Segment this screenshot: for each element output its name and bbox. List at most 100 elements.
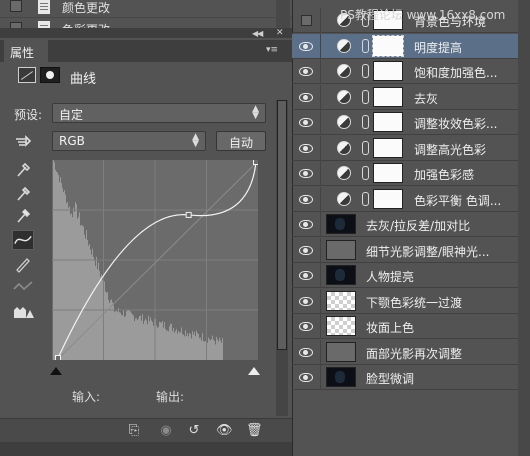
adjustment-layer-icon[interactable] xyxy=(337,38,351,53)
tab-properties[interactable]: 属性 xyxy=(4,40,48,62)
eye-icon[interactable] xyxy=(299,220,313,229)
layer-name[interactable]: 调整高光色彩 xyxy=(414,141,518,158)
visibility-eye-icon[interactable]: 👁 xyxy=(216,424,233,438)
layer-name[interactable]: 色彩平衡 色调... xyxy=(414,192,518,209)
link-icon[interactable] xyxy=(362,191,369,206)
history-scrollbar[interactable] xyxy=(276,0,290,28)
layer-row[interactable]: 饱和度加强色... xyxy=(292,59,530,84)
layer-row[interactable]: 去灰/拉反差/加对比 xyxy=(292,212,530,237)
link-icon[interactable] xyxy=(362,115,369,129)
eye-icon[interactable] xyxy=(299,296,313,306)
curves-icon[interactable] xyxy=(18,67,36,83)
preset-select[interactable]: 自定 ▲ ▼ xyxy=(52,103,266,123)
layer-row[interactable]: 明度提高 xyxy=(292,33,530,59)
history-item[interactable]: 颜色更改 xyxy=(0,0,292,18)
layer-row[interactable]: 去灰 xyxy=(292,84,530,110)
layer-row[interactable]: 脸型微调 xyxy=(292,365,530,390)
curve-graph[interactable] xyxy=(52,160,258,360)
curve-control-point[interactable] xyxy=(253,160,259,165)
black-point-eyedropper-icon[interactable] xyxy=(12,160,34,180)
layer-row[interactable]: 加强色彩感 xyxy=(292,161,530,186)
layer-row[interactable]: 调整高光色彩 xyxy=(292,135,530,161)
properties-scrollbar[interactable] xyxy=(276,100,288,416)
layer-row[interactable]: 面部光影再次调整 xyxy=(292,339,530,365)
eye-icon[interactable] xyxy=(299,67,313,76)
link-icon[interactable] xyxy=(362,89,369,104)
input-level-slider[interactable] xyxy=(48,364,262,376)
layer-name[interactable]: 饱和度加强色... xyxy=(414,64,518,81)
layer-thumbnail[interactable] xyxy=(326,290,356,311)
layer-name[interactable]: 脸型微调 xyxy=(366,370,516,387)
eye-icon[interactable] xyxy=(299,271,313,280)
layer-name[interactable]: 下颚色彩统一过渡 xyxy=(366,294,516,311)
trash-icon[interactable]: 🗑 xyxy=(246,424,263,438)
layer-name[interactable]: 细节光影调整/眼神光... xyxy=(366,243,516,260)
layer-mask-thumbnail[interactable] xyxy=(373,61,403,81)
layer-row[interactable]: 人物提亮 xyxy=(292,263,530,288)
targeted-adjustment-icon[interactable] xyxy=(14,133,36,149)
collapse-icon[interactable]: ◀◀ xyxy=(252,29,263,38)
layer-mask-thumbnail[interactable] xyxy=(373,163,403,183)
layer-row[interactable]: 下颚色彩统一过渡 xyxy=(292,288,530,314)
curve-control-point[interactable] xyxy=(55,355,61,361)
layer-mask-thumbnail[interactable] xyxy=(372,34,404,57)
eye-icon[interactable] xyxy=(299,322,313,331)
layers-scrollbar[interactable] xyxy=(518,0,530,456)
layer-row[interactable]: 妆面上色 xyxy=(292,314,530,339)
adjustment-layer-icon[interactable] xyxy=(337,191,351,206)
layer-row[interactable]: 细节光影调整/眼神光... xyxy=(292,237,530,263)
eye-icon[interactable] xyxy=(299,245,313,255)
panel-menu-icon[interactable]: ▾≡ xyxy=(266,45,282,57)
layer-name[interactable]: 去灰 xyxy=(414,90,518,107)
mask-icon[interactable] xyxy=(40,67,60,83)
eye-icon[interactable] xyxy=(299,41,313,51)
white-point-eyedropper-icon[interactable] xyxy=(12,206,34,226)
layer-mask-thumbnail[interactable] xyxy=(373,137,403,158)
black-point-slider[interactable] xyxy=(50,367,62,375)
layer-thumbnail[interactable] xyxy=(326,367,356,387)
layer-name[interactable]: 加强色彩感 xyxy=(414,166,518,183)
layer-mask-thumbnail[interactable] xyxy=(373,86,403,107)
adjustment-layer-icon[interactable] xyxy=(337,115,351,129)
white-point-slider[interactable] xyxy=(248,367,260,375)
layer-name[interactable]: 去灰/拉反差/加对比 xyxy=(366,217,516,234)
adjustment-layer-icon[interactable] xyxy=(337,140,351,155)
clip-to-layer-icon[interactable]: ⎘ xyxy=(126,424,142,438)
history-checkbox[interactable] xyxy=(10,0,22,12)
eye-icon[interactable] xyxy=(299,347,313,357)
eye-icon[interactable] xyxy=(299,92,313,102)
adjustment-layer-icon[interactable] xyxy=(337,64,351,78)
clipping-warning-icon[interactable] xyxy=(12,302,34,322)
link-icon[interactable] xyxy=(362,140,369,155)
layer-mask-thumbnail[interactable] xyxy=(373,112,403,132)
close-icon[interactable]: ✕ xyxy=(276,28,284,38)
layer-row[interactable]: 调整妆效色彩... xyxy=(292,110,530,135)
adjustment-layer-icon[interactable] xyxy=(337,89,351,104)
view-previous-icon[interactable]: ◉ xyxy=(158,424,174,438)
curve-point-tool-icon[interactable] xyxy=(12,230,34,250)
gray-point-eyedropper-icon[interactable] xyxy=(12,184,34,204)
link-icon[interactable] xyxy=(362,166,369,180)
layer-name[interactable]: 妆面上色 xyxy=(366,319,516,336)
eye-icon[interactable] xyxy=(299,373,313,382)
link-icon[interactable] xyxy=(362,38,369,53)
layer-thumbnail[interactable] xyxy=(326,265,356,285)
layer-name[interactable]: 调整妆效色彩... xyxy=(414,115,518,132)
layer-name[interactable]: 人物提亮 xyxy=(366,268,516,285)
curve-control-point[interactable] xyxy=(185,211,192,218)
layer-row[interactable]: 色彩平衡 色调... xyxy=(292,186,530,212)
layer-thumbnail[interactable] xyxy=(326,214,356,234)
reset-icon[interactable]: ↺ xyxy=(186,424,202,438)
auto-button[interactable]: 自动 xyxy=(216,131,266,151)
eye-icon[interactable] xyxy=(299,143,313,153)
eye-icon[interactable] xyxy=(299,118,313,127)
link-icon[interactable] xyxy=(362,64,369,78)
layer-name[interactable]: 明度提高 xyxy=(414,39,518,56)
eye-icon[interactable] xyxy=(299,169,313,178)
eye-icon[interactable] xyxy=(299,194,313,204)
scrollbar-thumb[interactable] xyxy=(277,100,287,350)
layer-thumbnail[interactable] xyxy=(326,316,356,336)
pencil-tool-icon[interactable] xyxy=(12,254,34,274)
layer-mask-thumbnail[interactable] xyxy=(373,188,403,209)
channel-select[interactable]: RGB ▲ ▼ xyxy=(52,131,206,151)
